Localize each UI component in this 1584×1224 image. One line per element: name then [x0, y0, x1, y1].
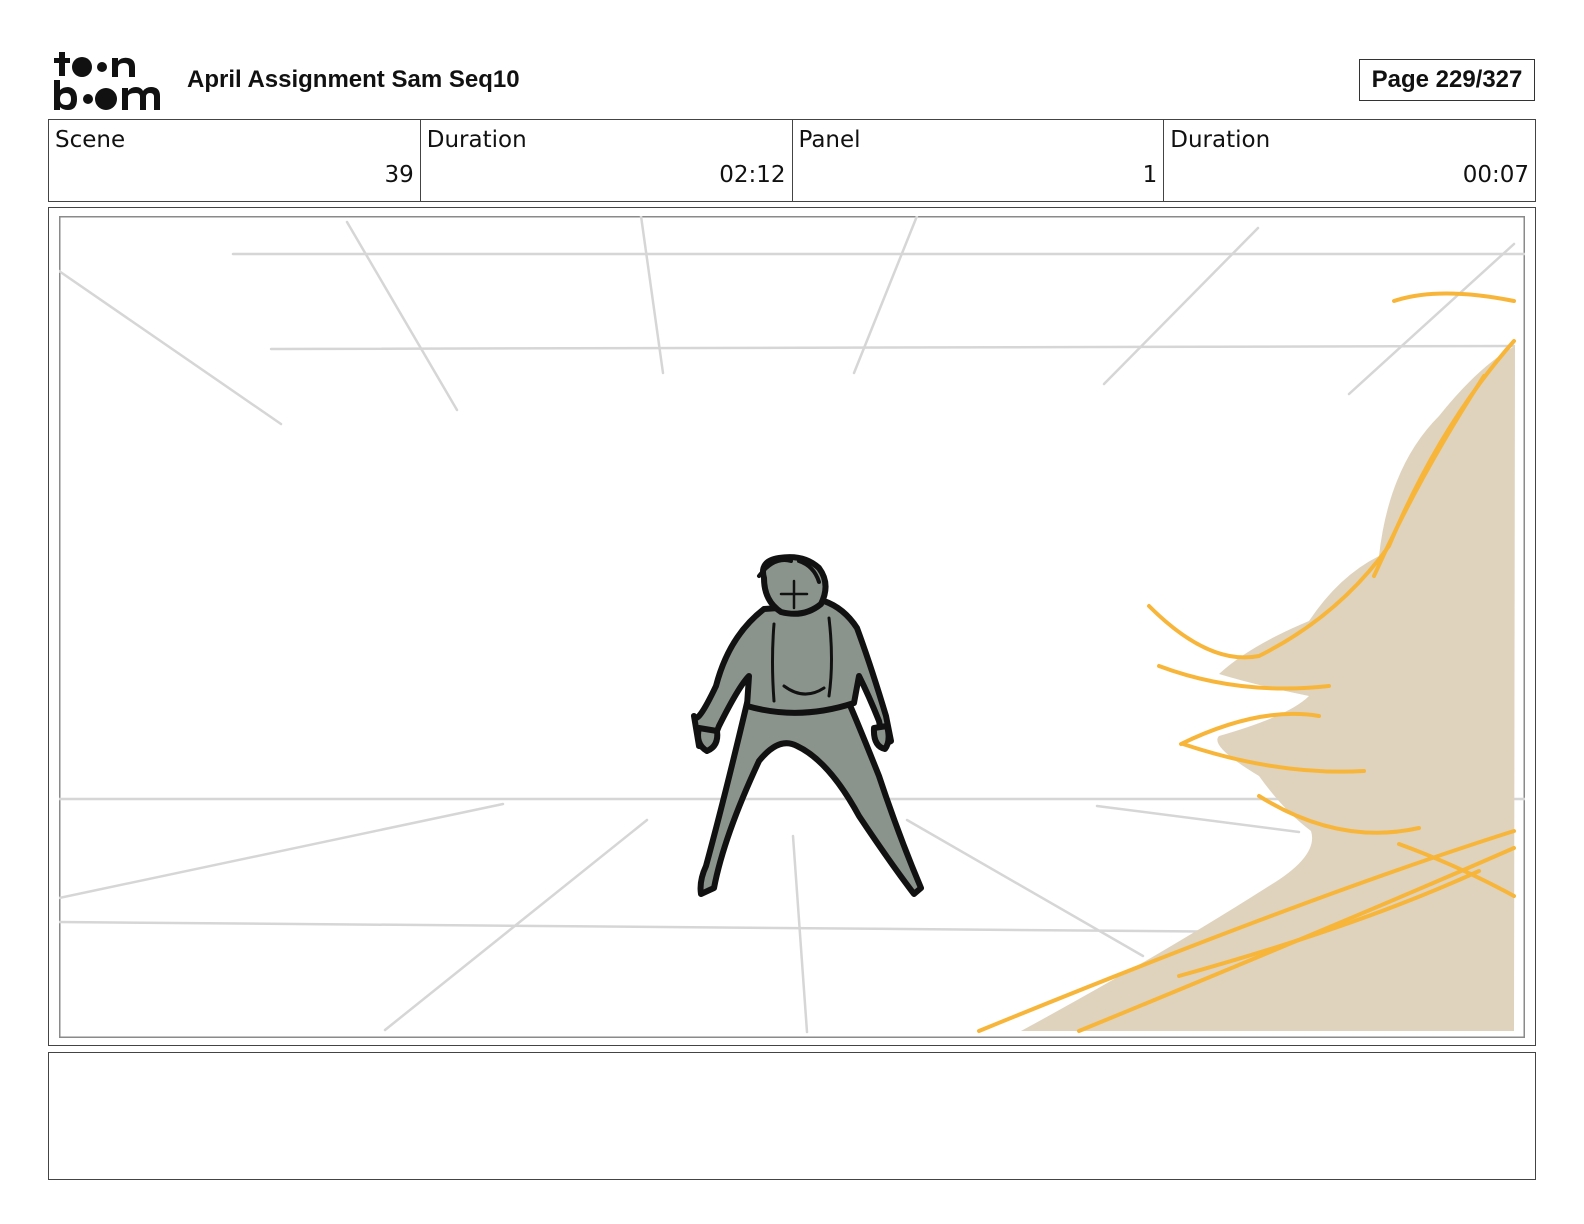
scene-value: 39	[384, 162, 414, 188]
page-indicator: Page 229/327	[1359, 59, 1535, 101]
scene-cell: Scene 39	[49, 120, 421, 201]
scene-label: Scene	[55, 127, 126, 153]
panel-value: 1	[1142, 162, 1158, 188]
scene-duration-label: Duration	[426, 127, 527, 153]
panel-cell: Panel 1	[793, 120, 1165, 201]
panel-label: Panel	[798, 127, 861, 153]
project-title: April Assignment Sam Seq10	[187, 66, 520, 93]
page-label: Page 229/327	[1371, 66, 1523, 93]
panel-duration-cell: Duration 00:07	[1164, 120, 1535, 201]
scene-info-table: Scene 39 Duration 02:12 Panel 1 Duration…	[48, 119, 1536, 202]
scene-duration-cell: Duration 02:12	[421, 120, 793, 201]
toon-boom-logo	[54, 52, 160, 110]
storyboard-panel-drawing	[59, 216, 1525, 1038]
panel-duration-label: Duration	[1170, 127, 1271, 153]
scene-duration-value: 02:12	[719, 162, 786, 188]
panel-notes-box	[48, 1052, 1536, 1180]
panel-duration-value: 00:07	[1462, 162, 1529, 188]
